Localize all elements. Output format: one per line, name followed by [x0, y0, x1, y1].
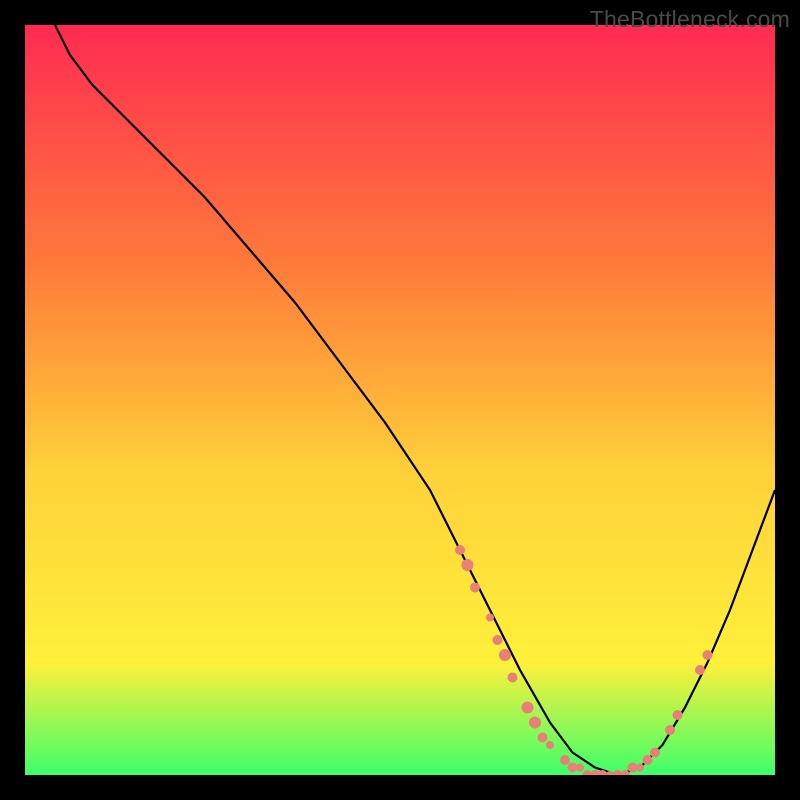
data-point	[673, 710, 683, 720]
chart-frame	[25, 25, 775, 775]
marker-group	[455, 545, 713, 775]
data-point	[508, 673, 518, 683]
data-point	[695, 665, 705, 675]
bottleneck-plot	[25, 25, 775, 775]
bottleneck-curve	[55, 25, 775, 775]
watermark-text: TheBottleneck.com	[590, 6, 790, 33]
data-point	[546, 741, 554, 749]
data-point	[499, 649, 511, 661]
data-point	[560, 755, 570, 765]
data-point	[703, 650, 713, 660]
data-point	[529, 717, 541, 729]
data-point	[455, 545, 465, 555]
data-point	[576, 764, 584, 772]
data-point	[486, 614, 494, 622]
data-point	[650, 748, 660, 758]
data-point	[522, 702, 534, 714]
data-point	[636, 764, 644, 772]
data-point	[493, 635, 503, 645]
data-point	[665, 725, 675, 735]
data-point	[643, 755, 653, 765]
data-point	[470, 583, 480, 593]
data-point	[538, 733, 548, 743]
data-point	[462, 559, 474, 571]
